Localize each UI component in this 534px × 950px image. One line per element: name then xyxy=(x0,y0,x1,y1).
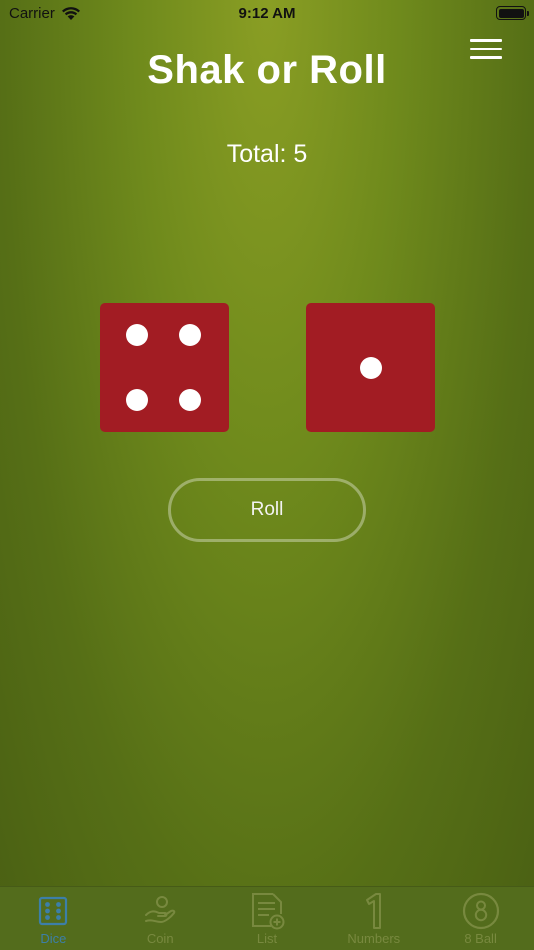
list-add-icon xyxy=(249,893,285,930)
battery-icon xyxy=(496,6,529,20)
page-title: Shak or Roll xyxy=(147,48,387,92)
tab-numbers[interactable]: Numbers xyxy=(320,887,427,950)
tab-coin[interactable]: Coin xyxy=(107,887,214,950)
number-one-icon xyxy=(361,893,387,929)
menu-line xyxy=(470,39,502,42)
tab-label: List xyxy=(256,931,278,946)
status-time: 9:12 AM xyxy=(238,5,296,22)
status-bar: Carrier 9:12 AM xyxy=(0,0,534,28)
die-left[interactable] xyxy=(100,303,229,432)
die-pip xyxy=(179,324,202,347)
tab-dice[interactable]: Dice xyxy=(0,887,107,950)
tab-bar: Dice Coin List Numbers 8 Ball xyxy=(0,886,534,950)
dice-icon xyxy=(38,893,68,929)
tab-label: Dice xyxy=(40,931,67,946)
tab-list[interactable]: List xyxy=(214,887,321,950)
die-pip xyxy=(126,388,149,411)
total-label: Total: 5 xyxy=(226,140,308,168)
die-pip xyxy=(126,324,149,347)
die-pip xyxy=(179,388,202,411)
roll-button[interactable]: Roll xyxy=(168,478,366,542)
battery-nub xyxy=(526,10,529,16)
die-right[interactable] xyxy=(306,303,435,432)
battery-fill xyxy=(498,8,524,18)
eight-ball-icon xyxy=(462,892,500,930)
tab-8-ball[interactable]: 8 Ball xyxy=(427,887,534,950)
coin-hand-icon xyxy=(143,893,177,929)
die-pip xyxy=(359,356,382,379)
tab-label: 8 Ball xyxy=(464,931,497,946)
tab-label: Coin xyxy=(146,931,174,946)
tab-label: Numbers xyxy=(347,931,401,946)
